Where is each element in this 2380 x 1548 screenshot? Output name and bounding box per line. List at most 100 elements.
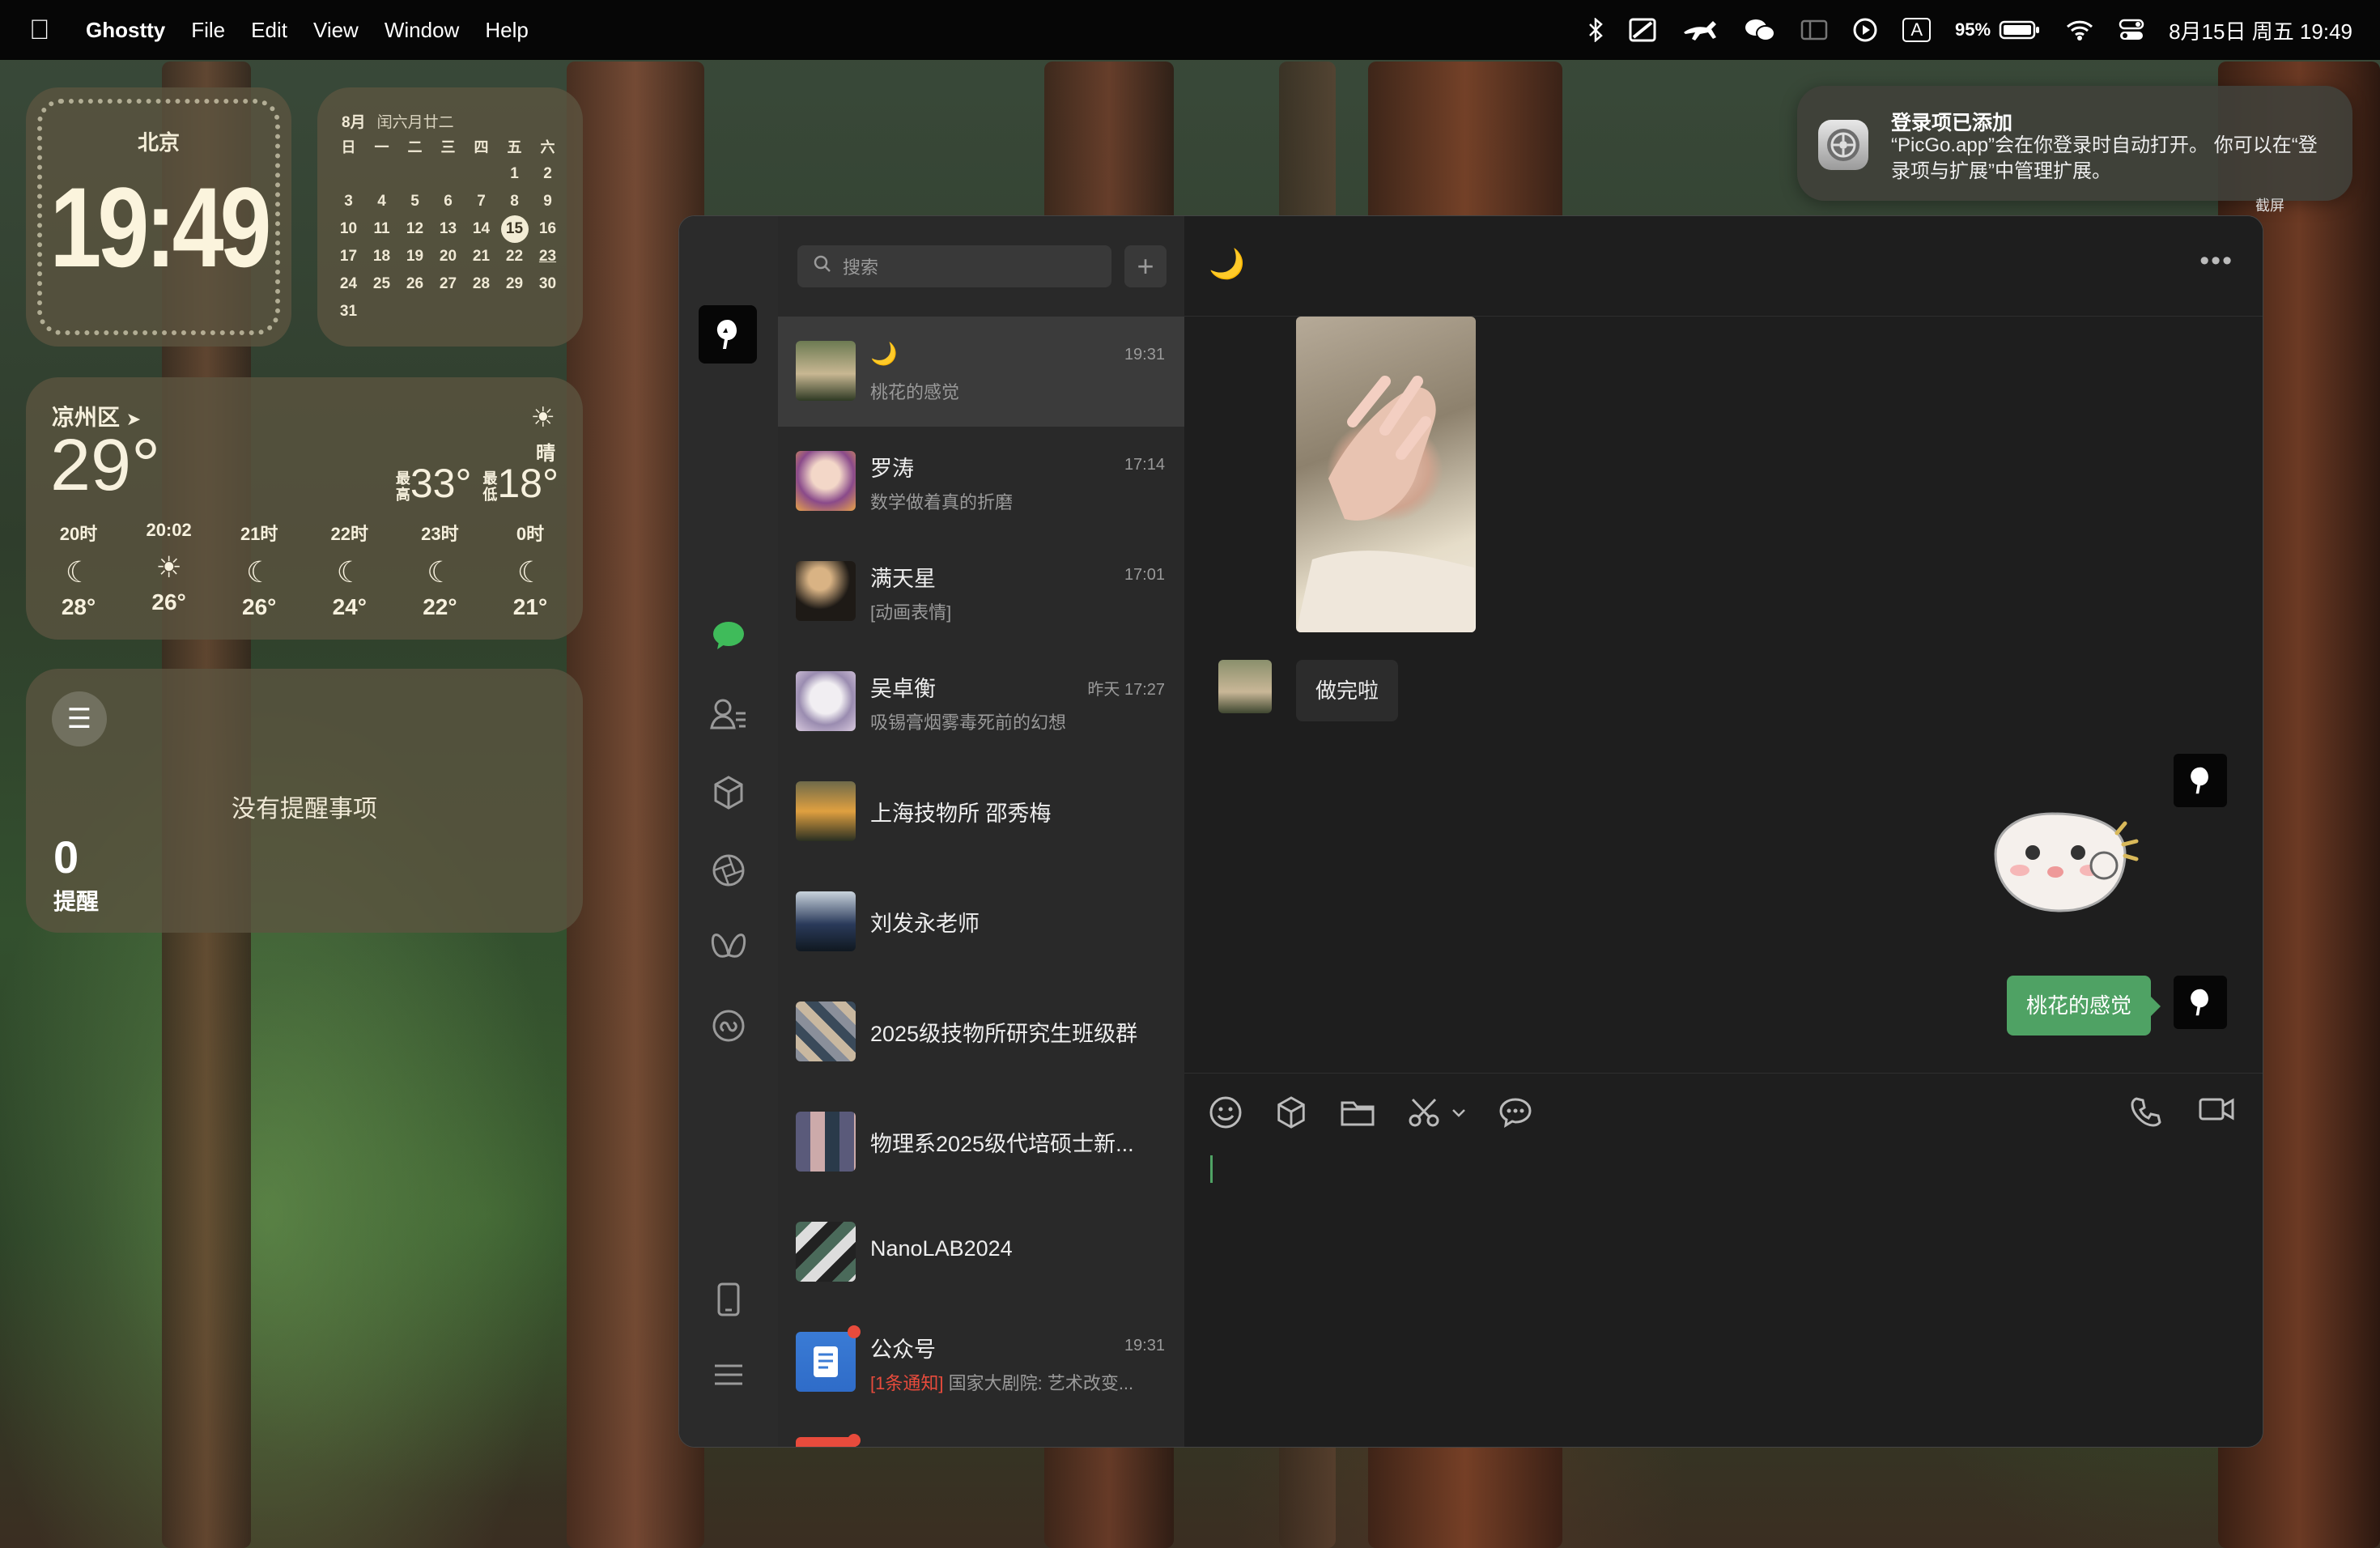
chat-name: 公众号 [870,1337,936,1362]
emoji-icon[interactable] [1209,1095,1243,1133]
notification-body: “PicGo.app”会在你登录时自动打开。 你可以在“登录项与扩展”中管理扩展… [1891,134,2318,182]
wifi-icon[interactable] [2065,19,2094,41]
chat-list-pane: 搜索 + 🌙 19:31 桃花的感觉 罗涛 17:14 数学做着真的折磨 满天星 17:01 [… [778,216,1184,1447]
runcat-icon[interactable] [1681,18,1719,42]
image-message[interactable] [1296,317,1476,632]
chevron-down-icon[interactable] [1451,1108,1466,1122]
chat-list-item[interactable]: 公众号 19:31 [1条通知] 国家大剧院: 艺术改变... [778,1308,1184,1418]
calendar-day [365,298,398,325]
chat-list-item[interactable]: NanoLAB2024 [778,1197,1184,1308]
aperture-icon [711,853,746,892]
nav-contacts[interactable] [679,697,778,735]
hour-time: 22时 [330,524,369,544]
low-temp: 18° [497,461,559,506]
nav-mini-programs[interactable] [679,1008,778,1048]
login-item-notification[interactable]: 登录项已添加 “PicGo.app”会在你登录时自动打开。 你可以在“登录项与扩… [1797,86,2352,201]
menu-app-name[interactable]: Ghostty [86,18,165,43]
chat-history-icon[interactable] [1498,1096,1532,1133]
my-avatar[interactable] [699,305,757,364]
calendar-month: 8月 [342,114,366,131]
hour-time: 20时 [59,524,98,544]
reminders-widget[interactable]: ☰ 没有提醒事项 0 提醒 [26,669,583,933]
chat-avatar [796,561,856,621]
voice-call-icon[interactable] [2130,1095,2162,1132]
weather-widget[interactable]: 凉州区 ➤ 29° ☀ 晴 最高33° 最低18° 20时 ☾ 28° 20:02 ☀ 2… [26,377,583,640]
hour-forecast: 20时 ☾ 28° [50,520,107,620]
contact-avatar[interactable] [1218,660,1272,713]
add-chat-button[interactable]: + [1124,245,1167,287]
weekday-label: 六 [540,139,555,155]
reminders-label: 提醒 [53,889,100,914]
chat-preview-text: 国家大剧院: 艺术改变... [948,1373,1134,1393]
chat-name: 吴卓衡 [870,677,936,701]
hour-time: 21时 [240,524,278,544]
input-source-icon[interactable]: A [1902,18,1932,42]
high-label: 最高 [395,470,410,503]
chat-list-item[interactable]: 2025级技物所研究生班级群 [778,977,1184,1087]
outgoing-message[interactable]: 桃花的感觉 [2006,976,2161,1036]
menu-view[interactable]: View [313,18,359,43]
calendar-day: 16 [538,220,557,237]
nav-chats[interactable] [679,619,778,656]
folder-icon[interactable] [1340,1098,1375,1131]
menubar-clock[interactable]: 8月15日 周五 19:49 [2169,15,2352,45]
bluetooth-icon[interactable] [1587,18,1604,42]
calendar-day: 23 [538,248,557,265]
screenshot-tool-icon[interactable] [1629,18,1656,42]
my-message-avatar[interactable] [2174,754,2227,807]
notification-title: 登录项已添加 [1891,112,2013,134]
world-clock-widget[interactable]: 北京 19:49 [26,87,291,347]
clock-time: 19:49 [49,164,272,291]
scissors-icon[interactable] [1408,1096,1443,1133]
low-label: 最低 [482,470,498,503]
nav-channels[interactable] [679,930,778,967]
menu-window[interactable]: Window [385,18,459,43]
chat-list-item[interactable]: 上海技物所 邵秀梅 [778,757,1184,867]
nav-phone[interactable] [679,1282,778,1321]
chat-list-item[interactable]: 刘发永老师 [778,867,1184,977]
calendar-day [431,298,465,325]
chat-list-item[interactable]: 物理系2025级代培硕士新... [778,1087,1184,1197]
system-settings-icon [1818,120,1868,170]
more-options-icon[interactable]: ••• [2199,245,2233,277]
weekday-label: 五 [507,139,522,155]
sticker-message[interactable] [1987,806,2141,919]
calendar-day [332,160,365,188]
wechat-status-icon[interactable] [1744,18,1776,42]
unread-dot [848,1434,861,1447]
chat-list-item[interactable]: 罗涛 17:14 数学做着真的折磨 [778,427,1184,537]
chat-list-item[interactable]: 吴卓衡 昨天 17:27 吸锡膏烟雾毒死前的幻想 [778,647,1184,757]
nav-menu[interactable] [679,1363,778,1391]
search-placeholder: 搜索 [843,257,879,278]
chat-preview-text: 数学做着真的折磨 [870,492,1014,512]
nav-moments[interactable] [679,853,778,892]
control-center-icon[interactable] [2119,18,2144,42]
calendar-day: 9 [543,193,552,210]
weekday-label: 三 [440,139,456,155]
video-call-icon[interactable] [2198,1095,2235,1132]
message-input[interactable] [1210,1155,1213,1183]
chat-list-item[interactable]: 满天星 17:01 [动画表情] [778,537,1184,647]
menu-edit[interactable]: Edit [251,18,287,43]
play-circle-icon[interactable] [1852,17,1878,43]
menu-help[interactable]: Help [485,18,528,43]
battery-percent[interactable]: 95% [1955,19,1991,40]
butterfly-icon [711,930,746,967]
hour-temp: 26° [242,594,277,619]
chat-time: 昨天 17:27 [1087,681,1165,699]
battery-icon[interactable] [1999,19,2041,40]
nav-favorites[interactable] [679,775,778,814]
list-icon[interactable]: ☰ [52,691,107,746]
sidebar-toggle-icon[interactable] [1800,19,1828,40]
chat-preview-text: 吸锡膏烟雾毒死前的幻想 [870,712,1067,733]
apple-menu-icon[interactable]:  [29,15,62,46]
calendar-widget[interactable]: 8月 闰六月廿二 日 一 二 三 四 五 六 1 2 3 4 5 6 7 8 9 10 11 12 13 1… [317,87,583,347]
chat-list-item[interactable]: 🌙 19:31 桃花的感觉 [778,317,1184,427]
my-message-avatar[interactable] [2174,976,2227,1029]
hour-temp: 21° [512,594,548,619]
calendar-day: 11 [373,220,390,237]
menu-file[interactable]: File [191,18,225,43]
incoming-message[interactable]: 做完啦 [1296,660,1399,721]
favorites-cube-icon[interactable] [1275,1095,1307,1133]
search-input[interactable]: 搜索 [797,245,1111,287]
